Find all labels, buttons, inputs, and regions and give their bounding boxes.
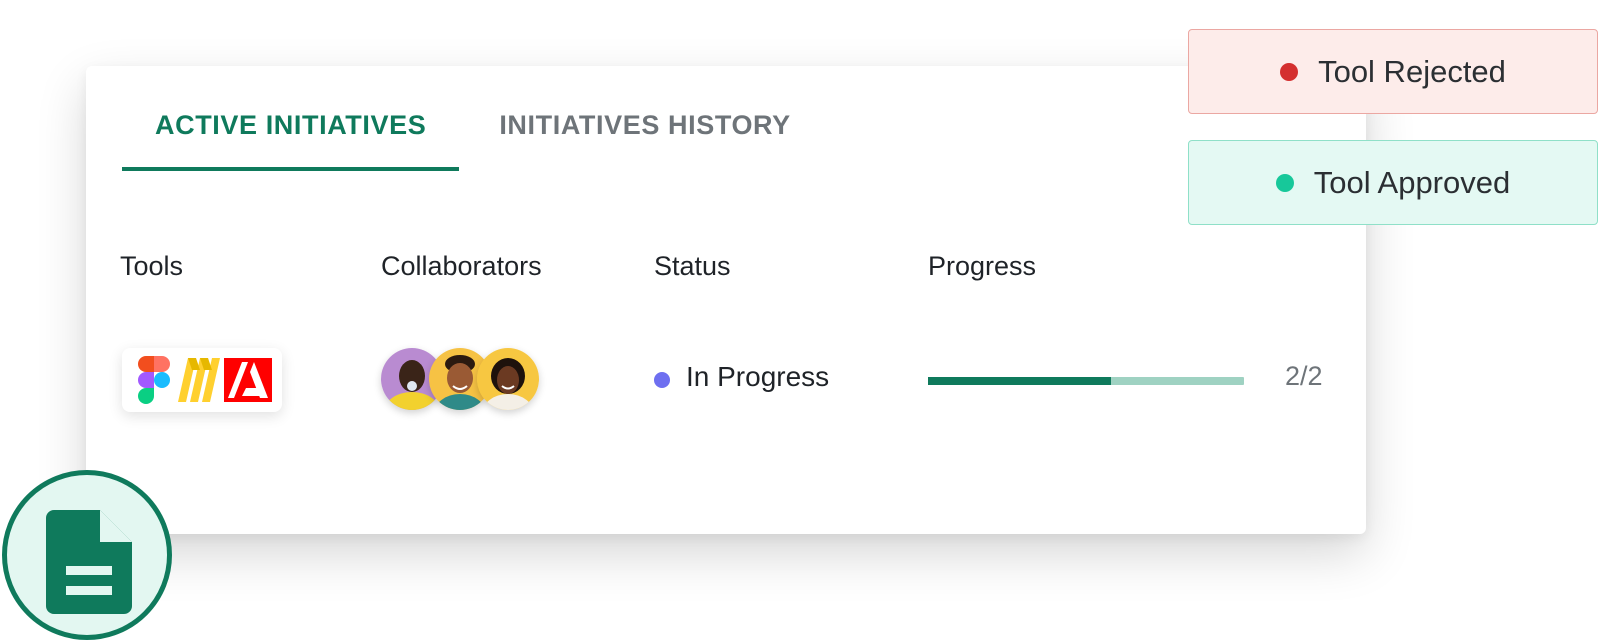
- tool-rejected-chip[interactable]: Tool Rejected: [1188, 29, 1598, 114]
- approved-dot: [1275, 173, 1294, 192]
- initiatives-card: ACTIVE INITIATIVES INITIATIVES HISTORY T…: [86, 66, 1366, 534]
- rejected-dot: [1280, 62, 1299, 81]
- progress-bar-fill: [928, 377, 1112, 385]
- tool-approved-chip[interactable]: Tool Approved: [1188, 140, 1598, 225]
- figma-icon: [138, 356, 170, 404]
- miro-icon: [178, 358, 220, 402]
- status-dot: [654, 372, 670, 388]
- status-text: In Progress: [686, 361, 830, 392]
- tab-active-initiatives[interactable]: ACTIVE INITIATIVES: [122, 110, 460, 171]
- column-header-tools: Tools: [120, 251, 184, 281]
- tools-cell[interactable]: [122, 348, 282, 412]
- column-header-progress: Progress: [928, 251, 1037, 281]
- column-header-collaborators: Collaborators: [381, 251, 542, 281]
- avatar[interactable]: [477, 348, 539, 410]
- adobe-icon: [224, 358, 272, 402]
- tab-initiatives-history[interactable]: INITIATIVES HISTORY: [459, 110, 823, 171]
- document-icon: [46, 510, 132, 614]
- progress-count: 2/2: [1285, 361, 1323, 391]
- document-badge: [2, 470, 172, 640]
- tab-bar: ACTIVE INITIATIVES INITIATIVES HISTORY: [122, 110, 824, 171]
- tool-rejected-label: Tool Rejected: [1318, 53, 1506, 89]
- column-header-status: Status: [654, 251, 731, 281]
- collaborators-cell[interactable]: [381, 348, 551, 412]
- tool-approved-label: Tool Approved: [1313, 164, 1511, 200]
- progress-bar: [928, 377, 1244, 385]
